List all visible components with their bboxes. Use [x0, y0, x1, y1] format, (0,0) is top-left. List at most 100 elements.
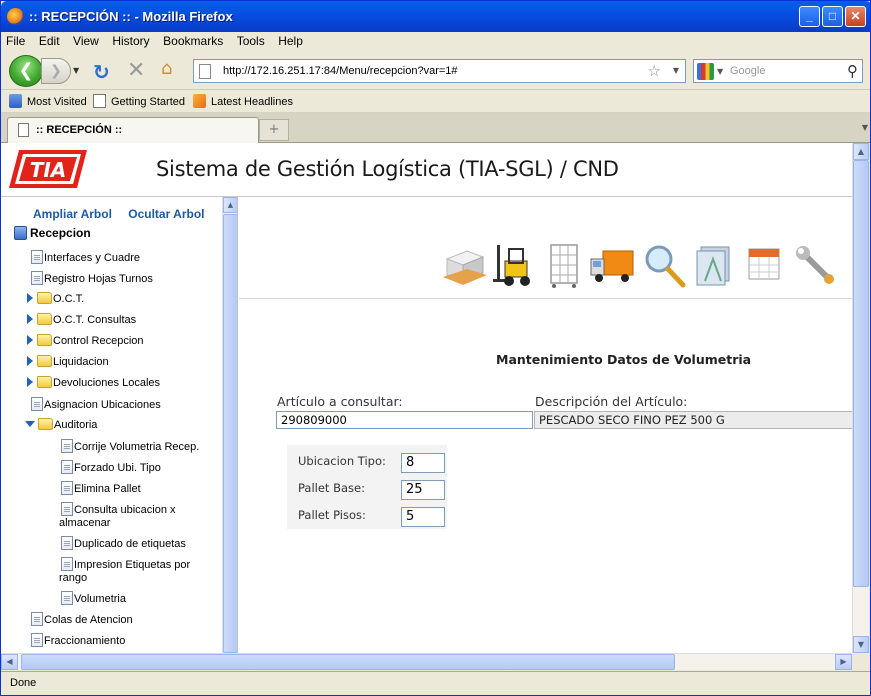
tree-item-volumetria[interactable]: Volumetria [61, 591, 126, 605]
menu-view[interactable]: View [68, 32, 104, 50]
tree-folder-devoluciones[interactable]: Devoluciones Locales [27, 376, 160, 389]
page-icon [61, 460, 73, 474]
tree-item-duplicado[interactable]: Duplicado de etiquetas [61, 536, 186, 550]
expand-arrow-icon[interactable] [27, 377, 33, 387]
new-tab-button[interactable]: + [259, 119, 289, 141]
rack-cart-icon[interactable] [541, 241, 587, 289]
calendar-icon[interactable] [741, 241, 787, 289]
search-icon[interactable]: ⚲ [847, 62, 858, 80]
tree-item-label: O.C.T. [53, 293, 85, 305]
google-icon[interactable] [697, 63, 714, 80]
scroll-corner [852, 653, 869, 670]
ubicacion-label: Ubicacion Tipo: [298, 454, 386, 468]
status-text: Done [10, 677, 37, 689]
bookmark-most-visited[interactable]: Most Visited [9, 94, 87, 108]
menu-help[interactable]: Help [273, 32, 308, 50]
folders-icon[interactable] [691, 241, 737, 289]
pallet-pisos-input[interactable]: 5 [401, 507, 445, 527]
expand-arrow-icon[interactable] [27, 293, 33, 303]
page-horizontal-scrollbar[interactable]: ◀ ▶ [1, 653, 852, 670]
page-icon [61, 591, 73, 605]
logo-text: TIA [30, 158, 67, 182]
truck-icon[interactable] [589, 241, 635, 289]
tree-folder-oct-consultas[interactable]: O.C.T. Consultas [27, 313, 136, 326]
tree-item-fraccionamiento[interactable]: Fraccionamiento [31, 633, 125, 647]
pallet-icon[interactable] [441, 241, 487, 289]
expand-tree-link[interactable]: Ampliar Arbol [33, 207, 112, 221]
menu-file[interactable]: File [1, 32, 30, 50]
scroll-thumb[interactable] [21, 654, 675, 670]
pallet-base-input[interactable]: 25 [401, 480, 445, 500]
history-dropdown-icon[interactable]: ▼ [73, 66, 79, 75]
tree-folder-control-recepcion[interactable]: Control Recepcion [27, 334, 144, 347]
maximize-button[interactable]: □ [822, 6, 843, 27]
scroll-thumb[interactable] [853, 160, 869, 587]
back-button[interactable]: ❮ [9, 55, 43, 87]
close-button[interactable]: ✕ [845, 6, 866, 27]
forklift-icon[interactable] [491, 241, 537, 289]
menu-history[interactable]: History [107, 32, 154, 50]
scroll-thumb[interactable] [223, 214, 237, 653]
scroll-left-icon[interactable]: ◀ [1, 654, 18, 670]
tree-item-label: Interfaces y Cuadre [44, 252, 140, 264]
collapse-arrow-icon[interactable] [25, 421, 35, 427]
tree-item-elimina-pallet[interactable]: Elimina Pallet [61, 481, 141, 495]
minimize-button[interactable]: _ [799, 6, 820, 27]
expand-arrow-icon[interactable] [27, 314, 33, 324]
tab-label: :: RECEPCIÓN :: [36, 124, 123, 136]
bookmark-star-icon[interactable]: ☆ [648, 62, 661, 80]
home-icon[interactable]: ⌂ [161, 58, 172, 79]
menu-tools[interactable]: Tools [232, 32, 270, 50]
expand-arrow-icon[interactable] [27, 335, 33, 345]
tree-item-label: Duplicado de etiquetas [74, 538, 186, 550]
page-icon [93, 94, 106, 108]
tree-item-registro[interactable]: Registro Hojas Turnos [31, 271, 153, 285]
tree-root-recepcion[interactable]: Recepcion [14, 226, 91, 240]
url-text[interactable]: http://172.16.251.17:84/Menu/recepcion?v… [223, 65, 458, 77]
tree-item-interfaces[interactable]: Interfaces y Cuadre [31, 250, 140, 264]
folder-icon [37, 334, 52, 346]
menu-edit[interactable]: Edit [34, 32, 65, 50]
stop-icon[interactable]: ✕ [127, 58, 145, 83]
page-vertical-scrollbar[interactable]: ▲ ▼ [852, 143, 869, 653]
scroll-down-icon[interactable]: ▼ [853, 636, 869, 653]
tree-item-colas[interactable]: Colas de Atencion [31, 612, 133, 626]
tree-folder-auditoria[interactable]: Auditoria [25, 418, 97, 431]
scroll-up-icon[interactable]: ▲ [223, 197, 237, 213]
wrench-icon[interactable] [791, 241, 837, 289]
url-dropdown-icon[interactable]: ▼ [673, 66, 679, 75]
article-input[interactable]: 290809000 [276, 411, 533, 429]
tree-scrollbar[interactable]: ▲ [222, 197, 237, 653]
bookmark-latest-headlines[interactable]: Latest Headlines [193, 94, 293, 108]
menu-bookmarks[interactable]: Bookmarks [158, 32, 228, 50]
magnifier-icon[interactable] [641, 241, 687, 289]
tree-folder-liquidacion[interactable]: Liquidacion [27, 355, 109, 368]
bookmarks-folder-icon [9, 94, 22, 108]
tree-item-consulta-ubicacion[interactable]: Consulta ubicacion x almacenar [59, 502, 209, 530]
search-input[interactable]: Google [730, 65, 765, 77]
bookmark-getting-started[interactable]: Getting Started [93, 94, 185, 108]
tab-list-dropdown-icon[interactable]: ▼ [862, 123, 868, 132]
forward-button[interactable]: ❯ [41, 58, 71, 84]
tree-folder-oct[interactable]: O.C.T. [27, 292, 84, 305]
page-content: TIA Sistema de Gestión Logística (TIA-SG… [1, 143, 854, 653]
tree-item-asignacion[interactable]: Asignacion Ubicaciones [31, 397, 161, 411]
folder-open-icon [38, 418, 53, 430]
search-engine-dropdown-icon[interactable]: ▼ [717, 67, 723, 76]
scroll-right-icon[interactable]: ▶ [835, 654, 852, 670]
scroll-up-icon[interactable]: ▲ [853, 143, 869, 160]
ubicacion-input[interactable]: 8 [401, 453, 445, 473]
tree-item-corrije-volumetria[interactable]: Corrije Volumetria Recep. [61, 439, 199, 453]
expand-arrow-icon[interactable] [27, 356, 33, 366]
tree-item-label: Auditoria [54, 419, 98, 431]
hide-tree-link[interactable]: Ocultar Arbol [128, 207, 204, 221]
tree-item-forzado[interactable]: Forzado Ubi. Tipo [61, 460, 161, 474]
tree-links: Ampliar Arbol Ocultar Arbol [33, 207, 217, 221]
reload-icon[interactable]: ↻ [93, 60, 110, 84]
search-box[interactable]: ▼ Google ⚲ [693, 59, 863, 83]
tree-item-label: O.C.T. Consultas [53, 314, 137, 326]
tree-item-impresion[interactable]: Impresion Etiquetas por rango [59, 557, 209, 585]
tab-recepcion[interactable]: :: RECEPCIÓN :: [7, 117, 259, 143]
app-header: TIA Sistema de Gestión Logística (TIA-SG… [1, 143, 852, 197]
url-bar[interactable]: http://172.16.251.17:84/Menu/recepcion?v… [193, 59, 686, 83]
